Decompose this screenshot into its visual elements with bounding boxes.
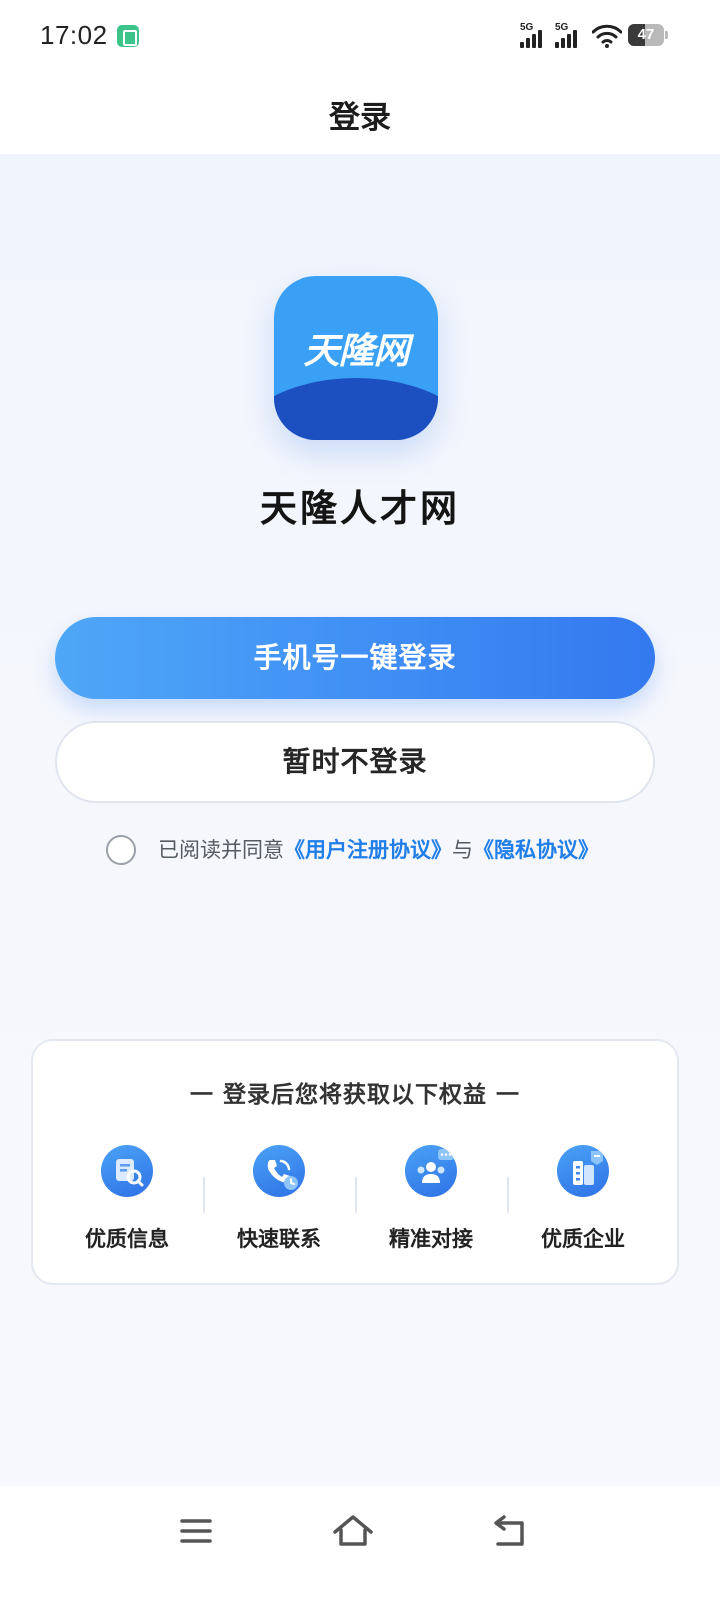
status-bar: 17:02 5G 5G 47 [0,0,720,72]
back-icon[interactable] [480,1506,540,1556]
agreement-and: 与 [452,838,473,862]
agreement-checkbox[interactable] [106,835,136,865]
agreement-text: 已阅读并同意《用户注册协议》与《隐私协议》 [158,834,599,864]
user-agreement-link[interactable]: 《用户注册协议》 [284,838,452,862]
privacy-agreement-link[interactable]: 《隐私协议》 [473,838,599,862]
benefit-precise-match: 精准对接 [355,1143,507,1263]
people-chat-icon [405,1145,457,1197]
page-title: 登录 [329,100,391,136]
benefit-label: 优质企业 [541,1227,625,1251]
benefit-quality-company: 优质企业 [507,1143,659,1263]
menu-icon[interactable] [166,1506,226,1556]
one-click-login-button[interactable]: 手机号一键登录 [55,617,655,699]
benefit-label: 优质信息 [85,1227,169,1251]
benefit-fast-contact: 快速联系 [203,1143,355,1263]
benefit-quality-info: 优质信息 [51,1143,203,1263]
home-icon[interactable] [323,1506,383,1556]
benefit-label: 快速联系 [237,1227,321,1251]
skip-login-button[interactable]: 暂时不登录 [55,721,655,803]
battery-level: 47 [637,26,655,43]
benefits-card: 一 登录后您将获取以下权益 一 优质信息 快速联系 精准对接 优质企业 [31,1039,679,1285]
info-search-icon [101,1145,153,1197]
logo-wave [274,378,438,440]
app-logo: 天隆网 [274,276,438,440]
battery-icon: 47 [628,24,664,46]
battery-tip [665,31,668,39]
signal-1-label: 5G [520,22,534,33]
page-header: 登录 [0,72,720,154]
cellular-signal-icon-2: 5G [555,22,589,48]
cellular-signal-icon: 5G [520,22,554,48]
logo-text: 天隆网 [303,331,409,372]
building-badge-icon [557,1145,609,1197]
system-nav-bar [0,1486,720,1600]
wifi-icon [592,24,622,48]
phone-call-icon [253,1145,305,1197]
signal-2-label: 5G [555,22,569,33]
benefit-label: 精准对接 [389,1227,473,1251]
benefits-title: 一 登录后您将获取以下权益 一 [189,1082,520,1108]
status-time: 17:02 [40,20,108,50]
app-name: 天隆人才网 [260,487,460,530]
app-notification-icon [117,25,139,47]
agreement-prefix: 已阅读并同意 [158,838,284,862]
